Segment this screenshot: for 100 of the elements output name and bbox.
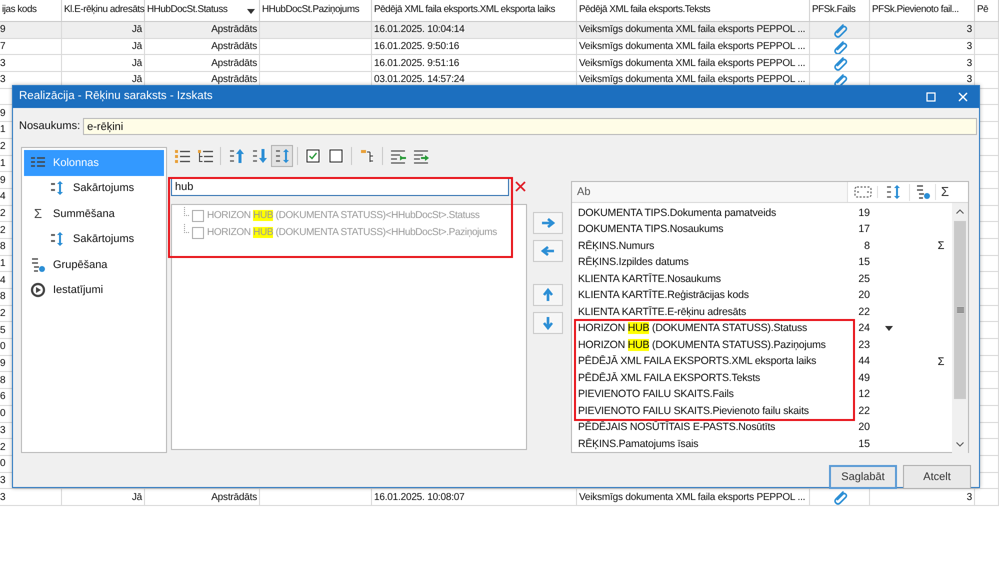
clear-search-button[interactable]: [513, 180, 527, 194]
grid-cell-text: 3: [0, 424, 6, 438]
sum-mark: Σ: [936, 354, 946, 370]
grid-cell-text: Jā: [132, 73, 142, 88]
column-header[interactable]: Pēdējā XML faila eksports.Teksts: [577, 0, 810, 21]
dialog-button[interactable]: Atcelt: [903, 465, 971, 489]
grid-cell-text: 8: [0, 290, 6, 304]
list-icon: [174, 148, 190, 164]
sum-column-header[interactable]: Σ: [936, 182, 954, 202]
column-header[interactable]: Pēdējā XML faila eksports.XML eksporta laiks: [372, 0, 577, 21]
name-label: Nosaukums:: [19, 119, 80, 134]
checked-box-icon: [304, 148, 322, 164]
grid-cell-text: 9: [0, 174, 6, 188]
sum-icon: Σ: [30, 204, 46, 224]
width-value: 23: [857, 338, 870, 352]
scrollbar[interactable]: [952, 203, 968, 452]
grid-cell-text: 1: [0, 123, 6, 138]
dialog-button[interactable]: Saglabāt: [829, 465, 897, 489]
name-field[interactable]: e-rēķini: [83, 118, 978, 135]
nav-item[interactable]: Grupēšana: [24, 252, 164, 278]
grid-cell-text: 3: [966, 23, 972, 38]
move-button[interactable]: [533, 212, 563, 234]
column-header[interactable]: ijas kods: [0, 0, 62, 21]
tree-list-icon: [196, 148, 214, 164]
grid-cell-text: 2: [0, 140, 6, 154]
scrollbar-thumb[interactable]: [954, 221, 966, 399]
close-icon: [514, 181, 526, 192]
column-name[interactable]: DOKUMENTA TIPS.Nosaukums: [578, 224, 852, 236]
sort-ascending-icon: [228, 148, 244, 164]
grouping-icon[interactable]: [914, 184, 930, 200]
down-arrow-icon: [542, 316, 554, 330]
move-button[interactable]: [533, 240, 563, 262]
close-icon: [958, 92, 968, 102]
scroll-down-icon[interactable]: [956, 442, 964, 447]
column-name[interactable]: PIEVIENOTO FAILU SKAITS.Fails: [578, 389, 852, 400]
nav-item[interactable]: Sakārtojums: [24, 226, 164, 252]
grid-cell-text: 3: [966, 73, 972, 88]
width-value: 12: [857, 388, 870, 402]
width-value: 24: [857, 322, 870, 336]
grid-cell-text: 3: [0, 490, 6, 505]
field-label: HORIZON HUB (DOKUMENTA STATUSS)<HHubDocSt>.Statuss: [207, 209, 480, 223]
move-left-icon: [390, 148, 406, 164]
grid-cell-text: 8: [0, 240, 6, 254]
column-name[interactable]: PĒDĒJĀ XML FAILA EKSPORTS.XML eksporta laiks: [578, 356, 852, 368]
grid-cell-text: 2: [0, 307, 6, 322]
grid-cell-text: 0: [0, 457, 6, 472]
nav-item[interactable]: Iestatījumi: [24, 278, 164, 303]
checkbox[interactable]: [192, 210, 204, 222]
column-name[interactable]: DOKUMENTA TIPS.Dokumenta pamatveids: [578, 208, 852, 219]
sort-icon: [50, 180, 66, 196]
grid-cell-text: 3: [966, 40, 972, 54]
column-name[interactable]: KLIENTA KARTĪTE.Reģistrācijas kods: [578, 290, 852, 302]
grid-cell-text: Veiksmīgs dokumenta XML faila eksports PEPPOL ...: [579, 40, 806, 54]
grid-cell-text: 0: [0, 340, 6, 354]
column-header[interactable]: PFSk.Fails: [810, 0, 870, 21]
width-icon[interactable]: [854, 186, 872, 198]
grid-cell-text: 0: [0, 407, 6, 422]
sort-descending-icon: [250, 148, 268, 164]
sort-icon: [274, 148, 290, 164]
width-value: 19: [857, 206, 870, 220]
column-name[interactable]: RĒĶINS.Numurs: [578, 240, 852, 252]
column-header[interactable]: Pē: [975, 0, 999, 21]
grid-cell-text: Veiksmīgs dokumenta XML faila eksports PEPPOL ...: [579, 23, 806, 38]
width-value: 17: [857, 223, 870, 236]
column-header[interactable]: Kl.E-rēķinu adresāts: [62, 0, 145, 21]
maximize-icon: [926, 92, 936, 102]
grid-cell-text: 1: [0, 156, 6, 171]
right-arrow-icon: [541, 217, 555, 229]
grid-cell-text: 3: [0, 56, 6, 71]
nav-item[interactable]: Σ Summēšana: [24, 201, 164, 226]
column-header[interactable]: HHubDocSt.Statuss: [145, 0, 260, 21]
column-name[interactable]: PĒDĒJĀ XML FAILA EKSPORTS.Teksts: [578, 372, 852, 384]
left-arrow-icon: [541, 245, 555, 257]
grid-cell-text: Jā: [132, 23, 142, 38]
column-name[interactable]: HORIZON HUB (DOKUMENTA STATUSS).Statuss: [578, 323, 852, 334]
filter-field[interactable]: Ab: [572, 182, 848, 202]
column-name[interactable]: RĒĶINS.Pamatojums īsais: [578, 438, 852, 450]
column-name[interactable]: PĒDĒJAIS NOSŪTĪTAIS E-PASTS.Nosūtīts: [578, 422, 852, 434]
width-value: 22: [857, 306, 870, 319]
scroll-up-icon[interactable]: [956, 208, 964, 214]
width-value: 22: [857, 404, 870, 418]
checkbox[interactable]: [192, 226, 204, 238]
grid-cell-text: 9: [0, 357, 6, 372]
sort-icon[interactable]: [885, 184, 902, 200]
move-button[interactable]: [533, 284, 563, 306]
sum-mark: Σ: [936, 239, 946, 254]
grip-icon: [956, 307, 964, 313]
grid-cell-text: 4: [0, 274, 6, 288]
grid-cell-text: Jā: [132, 56, 142, 71]
nav-item[interactable]: Sakārtojums: [24, 176, 164, 201]
grid-cell-text: Jā: [132, 40, 142, 54]
column-name[interactable]: RĒĶINS.Izpildes datums: [578, 257, 852, 268]
column-name[interactable]: KLIENTA KARTĪTE.Nosaukums: [578, 274, 852, 285]
move-button[interactable]: [533, 312, 563, 334]
column-header[interactable]: HHubDocSt.Paziņojums: [260, 0, 372, 21]
column-name[interactable]: PIEVIENOTO FAILU SKAITS.Pievienoto failu skaits: [578, 406, 852, 417]
grid-cell-text: 16.01.2025. 9:50:16: [374, 40, 460, 54]
column-name[interactable]: KLIENTA KARTĪTE.E-rēķinu adresāts: [578, 306, 852, 318]
column-header[interactable]: PFSk.Pievienoto fail...: [870, 0, 975, 21]
column-name[interactable]: HORIZON HUB (DOKUMENTA STATUSS).Paziņojums: [578, 340, 852, 351]
